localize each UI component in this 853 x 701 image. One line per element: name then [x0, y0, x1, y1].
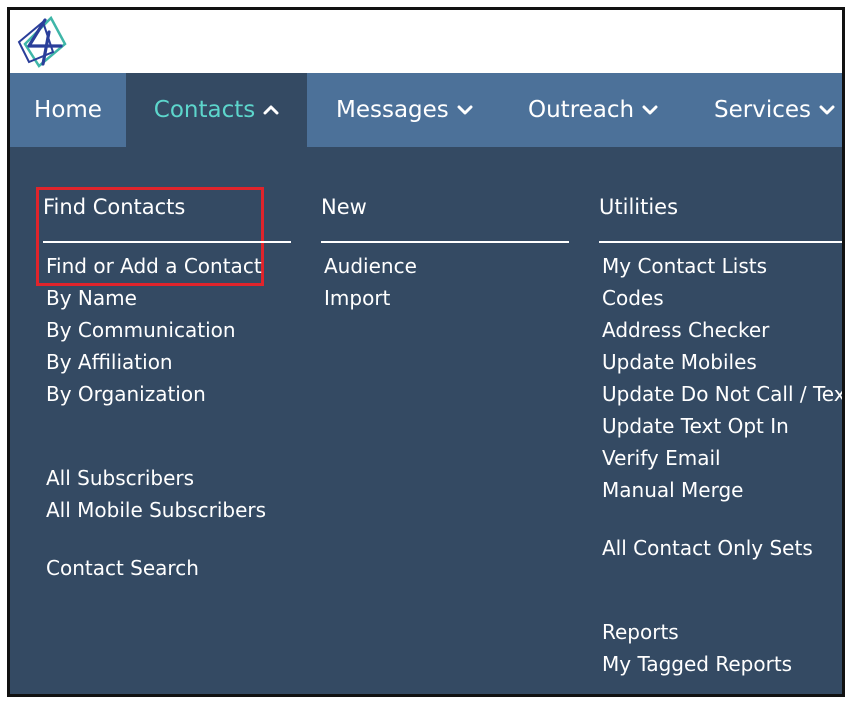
chevron-down-icon	[819, 105, 835, 115]
logo-icon[interactable]	[15, 12, 73, 70]
nav-services[interactable]: Services	[714, 73, 835, 147]
link-manual-merge[interactable]: Manual Merge	[602, 478, 743, 502]
new-divider	[321, 241, 569, 243]
chevron-down-icon	[642, 105, 658, 115]
nav-messages[interactable]: Messages	[336, 73, 473, 147]
main-nav: Home Contacts Messages Outreach Services	[10, 73, 842, 147]
link-all-subscribers[interactable]: All Subscribers	[46, 466, 194, 490]
utilities-divider	[599, 241, 842, 243]
link-by-communication[interactable]: By Communication	[46, 318, 236, 342]
nav-outreach-label: Outreach	[528, 97, 635, 123]
nav-contacts-label: Contacts	[153, 97, 256, 123]
utilities-heading: Utilities	[599, 195, 679, 219]
link-my-contact-lists[interactable]: My Contact Lists	[602, 254, 767, 278]
logo-bar	[10, 10, 842, 73]
link-contact-search[interactable]: Contact Search	[46, 556, 199, 580]
chevron-up-icon	[263, 105, 279, 115]
link-update-do-not-call[interactable]: Update Do Not Call / Text	[602, 382, 842, 406]
link-import[interactable]: Import	[324, 286, 390, 310]
nav-home-label: Home	[34, 97, 102, 123]
nav-home[interactable]: Home	[10, 73, 126, 147]
link-reports[interactable]: Reports	[602, 620, 679, 644]
find-contacts-heading: Find Contacts	[43, 195, 186, 219]
link-verify-email[interactable]: Verify Email	[602, 446, 721, 470]
link-update-text-opt-in[interactable]: Update Text Opt In	[602, 414, 789, 438]
link-by-organization[interactable]: By Organization	[46, 382, 206, 406]
link-by-affiliation[interactable]: By Affiliation	[46, 350, 173, 374]
nav-services-label: Services	[714, 97, 811, 123]
link-update-mobiles[interactable]: Update Mobiles	[602, 350, 757, 374]
link-find-or-add-contact[interactable]: Find or Add a Contact	[46, 254, 262, 278]
link-all-contact-only-sets[interactable]: All Contact Only Sets	[602, 536, 813, 560]
nav-contacts[interactable]: Contacts	[126, 73, 307, 147]
nav-messages-label: Messages	[336, 97, 449, 123]
link-codes[interactable]: Codes	[602, 286, 664, 310]
link-my-tagged-reports[interactable]: My Tagged Reports	[602, 652, 792, 676]
link-all-mobile-subscribers[interactable]: All Mobile Subscribers	[46, 498, 266, 522]
chevron-down-icon	[457, 105, 473, 115]
app-window: Home Contacts Messages Outreach Services	[7, 7, 845, 697]
nav-outreach[interactable]: Outreach	[528, 73, 658, 147]
link-by-name[interactable]: By Name	[46, 286, 137, 310]
contacts-dropdown-panel: Find Contacts Find or Add a Contact By N…	[10, 147, 842, 694]
find-contacts-divider	[43, 241, 291, 243]
link-address-checker[interactable]: Address Checker	[602, 318, 769, 342]
link-audience[interactable]: Audience	[324, 254, 417, 278]
new-heading: New	[321, 195, 367, 219]
